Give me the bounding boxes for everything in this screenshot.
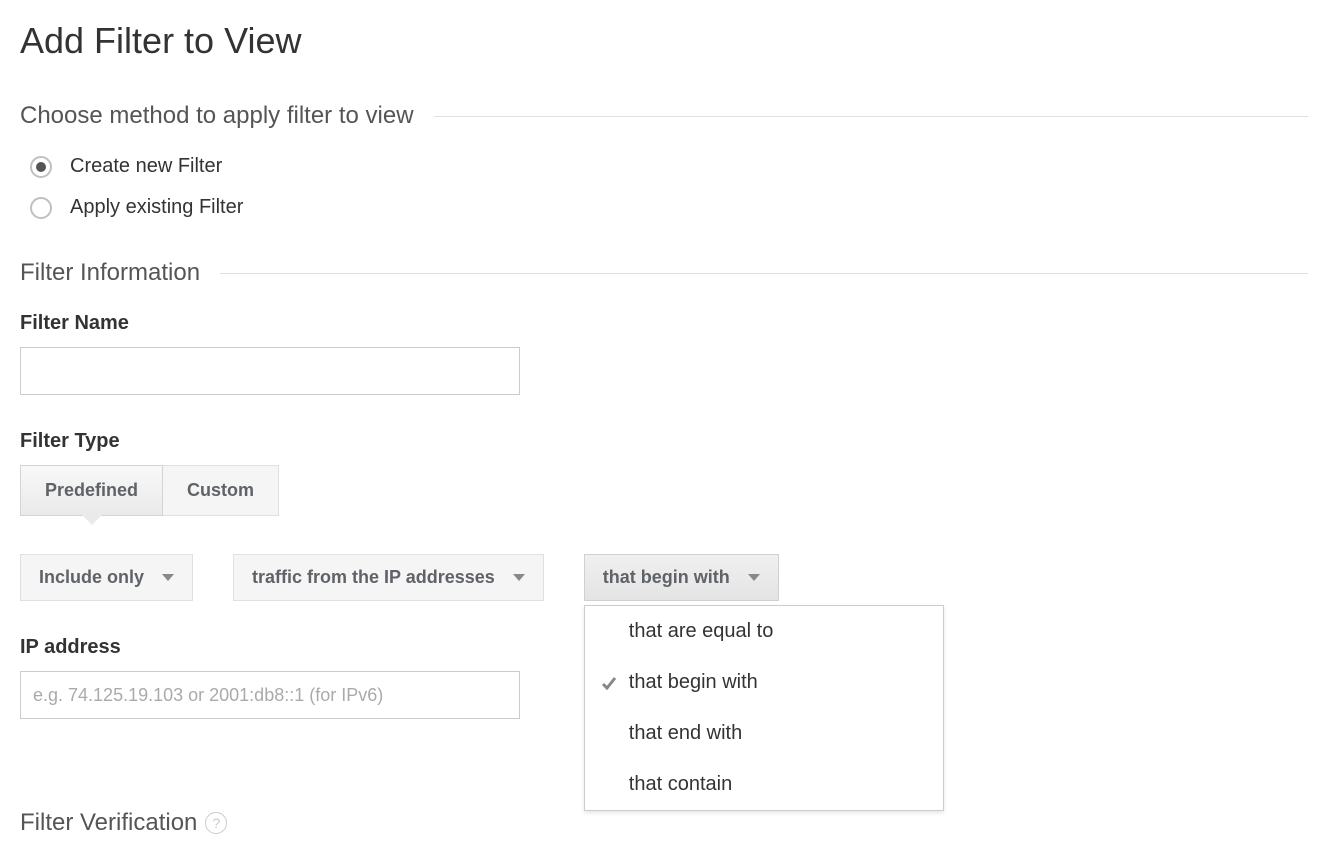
- menu-item-label: that contain: [629, 773, 732, 796]
- dropdown-label: traffic from the IP addresses: [252, 567, 495, 588]
- radio-label: Create new Filter: [70, 155, 222, 178]
- divider: [434, 116, 1308, 117]
- verification-section-title: Filter Verification: [20, 809, 197, 837]
- radio-label: Apply existing Filter: [70, 196, 243, 219]
- menu-item-label: that are equal to: [629, 620, 774, 643]
- menu-item-label: that end with: [629, 722, 742, 745]
- info-section-header: Filter Information: [20, 259, 1308, 287]
- method-section-header: Choose method to apply filter to view: [20, 102, 1308, 130]
- ip-address-input[interactable]: [20, 671, 520, 719]
- match-expression-menu: that are equal to that begin with that e…: [584, 605, 944, 811]
- radio-icon: [30, 197, 52, 219]
- divider: [220, 273, 1308, 274]
- tab-predefined[interactable]: Predefined: [20, 465, 163, 516]
- radio-create-new-filter[interactable]: Create new Filter: [30, 155, 1308, 178]
- method-section-title: Choose method to apply filter to view: [20, 102, 414, 130]
- info-section-title: Filter Information: [20, 259, 200, 287]
- dropdown-label: Include only: [39, 567, 144, 588]
- radio-icon: [30, 156, 52, 178]
- chevron-down-icon: [513, 574, 525, 581]
- radio-apply-existing-filter[interactable]: Apply existing Filter: [30, 196, 1308, 219]
- menu-item-end-with[interactable]: that end with: [585, 708, 943, 759]
- menu-item-begin-with[interactable]: that begin with: [585, 657, 943, 708]
- check-icon: [601, 675, 617, 691]
- menu-item-label: that begin with: [629, 671, 758, 694]
- filter-name-input[interactable]: [20, 347, 520, 395]
- help-icon[interactable]: ?: [205, 812, 227, 834]
- method-radio-group: Create new Filter Apply existing Filter: [30, 155, 1308, 219]
- filter-type-tabs: Predefined Custom: [20, 465, 279, 516]
- menu-item-contain[interactable]: that contain: [585, 759, 943, 810]
- page-title: Add Filter to View: [20, 20, 1308, 62]
- filter-name-label: Filter Name: [20, 312, 1308, 335]
- chevron-down-icon: [748, 574, 760, 581]
- predefined-filter-row: Include only traffic from the IP address…: [20, 554, 1308, 601]
- filter-type-label: Filter Type: [20, 430, 1308, 453]
- chevron-down-icon: [162, 574, 174, 581]
- menu-item-equal-to[interactable]: that are equal to: [585, 606, 943, 657]
- radio-dot-icon: [36, 162, 46, 172]
- dropdown-label: that begin with: [603, 567, 730, 588]
- match-expression-dropdown[interactable]: that begin with: [584, 554, 779, 601]
- tab-custom[interactable]: Custom: [163, 465, 279, 516]
- check-slot: [601, 675, 629, 691]
- verification-section-header: Filter Verification ?: [20, 809, 1308, 837]
- include-exclude-dropdown[interactable]: Include only: [20, 554, 193, 601]
- traffic-source-dropdown[interactable]: traffic from the IP addresses: [233, 554, 544, 601]
